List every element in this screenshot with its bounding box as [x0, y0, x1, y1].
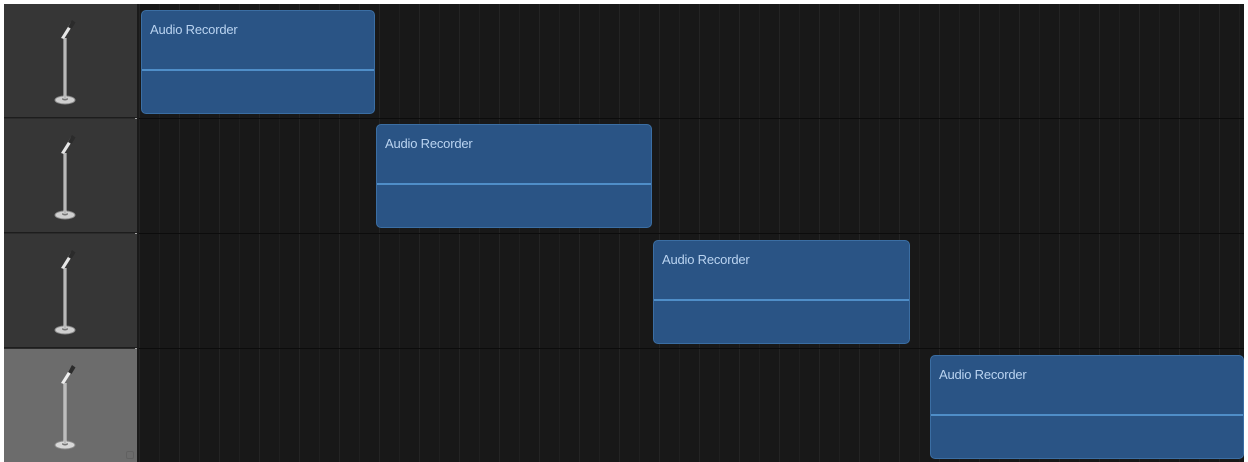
audio-region-1[interactable]: Audio Recorder	[141, 10, 375, 114]
region-waveform-line	[377, 183, 651, 185]
lane-divider	[139, 348, 1244, 349]
region-label: Audio Recorder	[939, 367, 1027, 382]
timeline-grid[interactable]: Audio Recorder Audio Recorder Audio Reco…	[139, 4, 1244, 462]
resize-grip-icon[interactable]	[126, 451, 134, 459]
microphone-icon	[54, 250, 76, 335]
microphone-icon	[54, 135, 76, 220]
region-waveform-line	[142, 69, 374, 71]
region-waveform-line	[654, 299, 909, 301]
track-header-2[interactable]	[4, 119, 137, 233]
track-header-4-selected[interactable]	[4, 349, 137, 462]
track-header-1[interactable]	[4, 4, 137, 118]
region-label: Audio Recorder	[662, 252, 750, 267]
audio-region-2[interactable]: Audio Recorder	[376, 124, 652, 228]
lane-divider	[139, 233, 1244, 234]
tracks-area: Audio Recorder Audio Recorder Audio Reco…	[4, 4, 1244, 462]
audio-region-3[interactable]: Audio Recorder	[653, 240, 910, 344]
region-label: Audio Recorder	[385, 136, 473, 151]
region-waveform-line	[931, 414, 1243, 416]
microphone-icon	[54, 365, 76, 450]
track-headers-column	[4, 4, 137, 462]
region-label: Audio Recorder	[150, 22, 238, 37]
track-header-3[interactable]	[4, 234, 137, 348]
microphone-icon	[54, 20, 76, 105]
lane-divider	[139, 118, 1244, 119]
audio-region-4[interactable]: Audio Recorder	[930, 355, 1244, 459]
